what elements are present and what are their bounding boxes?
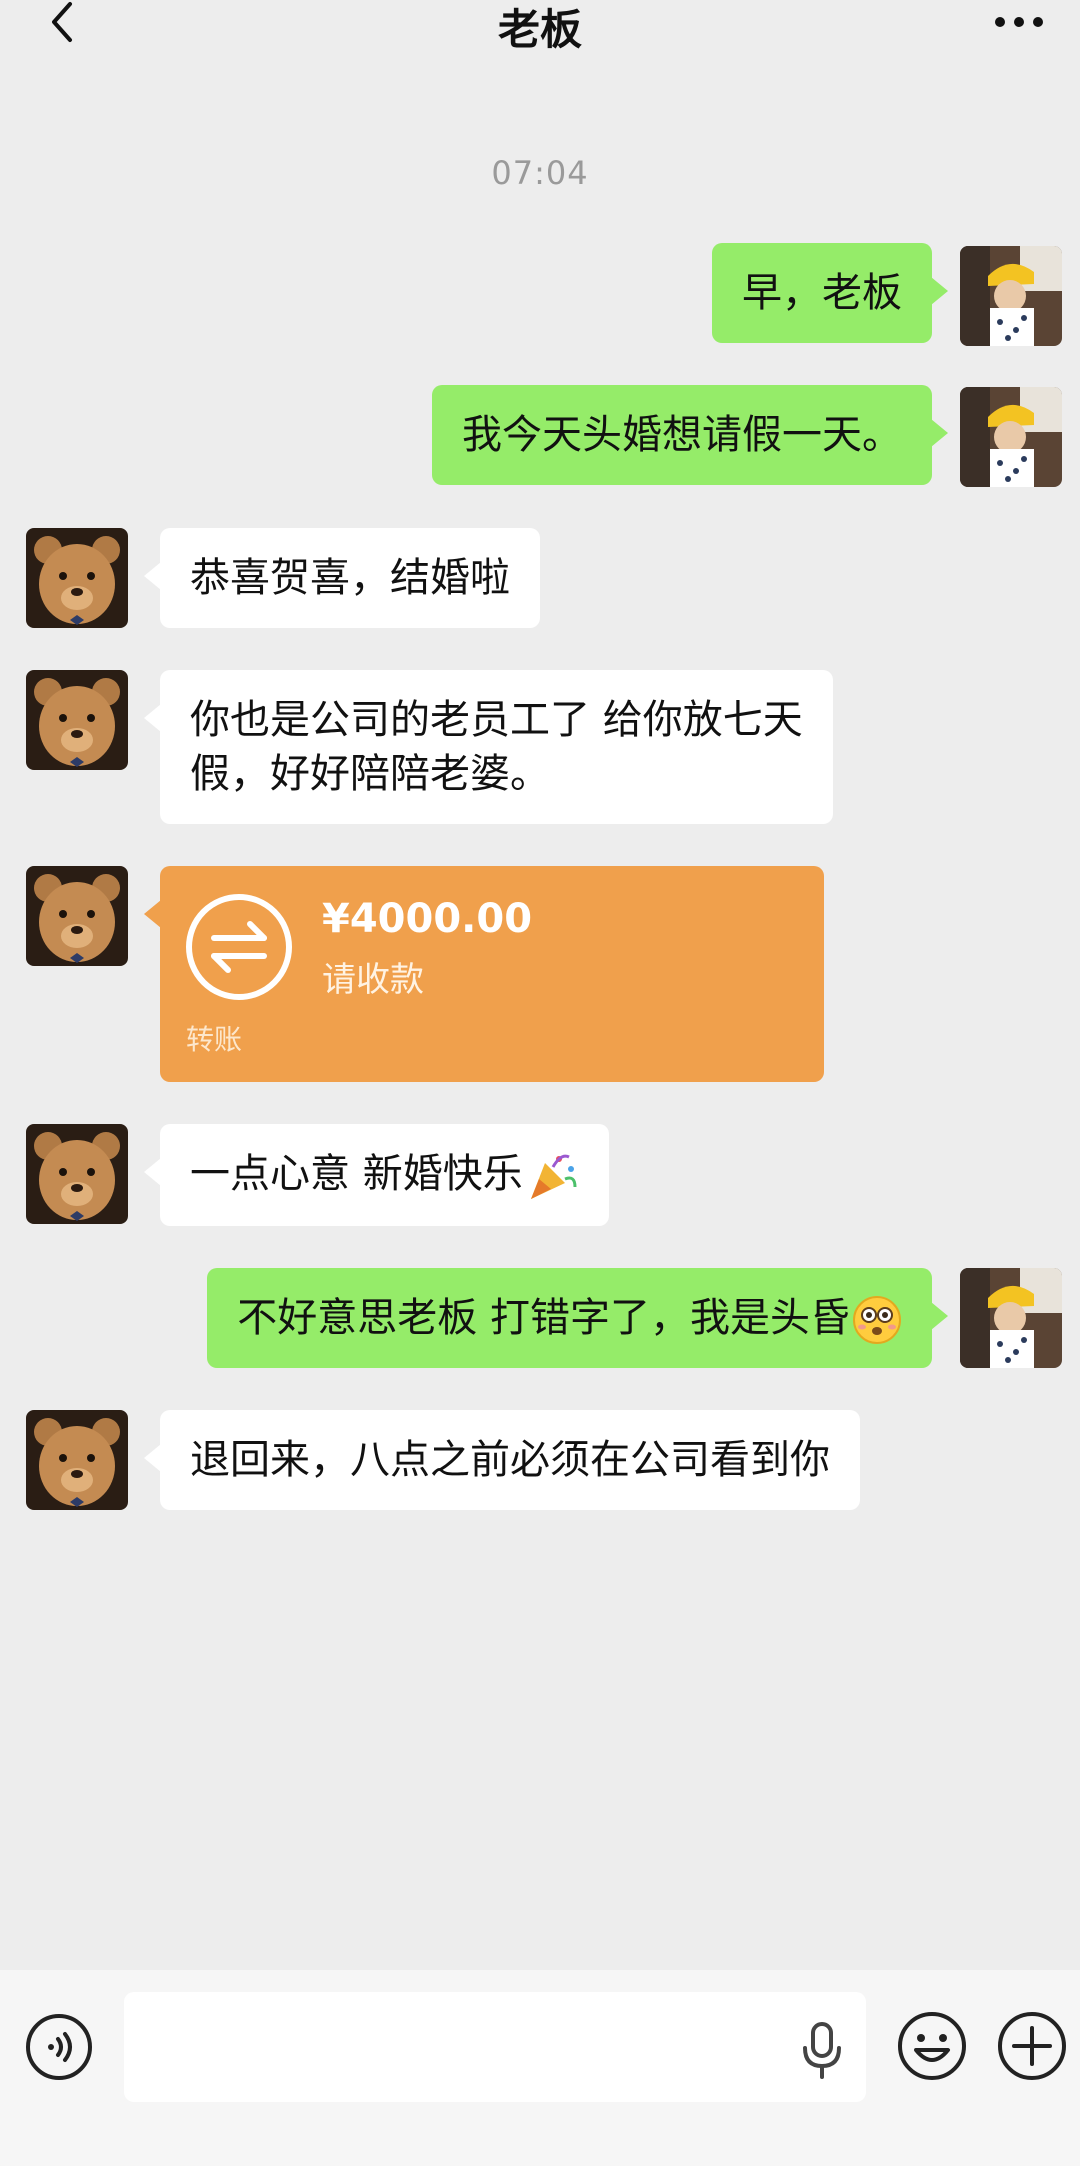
transfer-arrows-icon — [186, 894, 292, 1000]
boss-avatar[interactable] — [26, 1410, 128, 1510]
plus-icon — [998, 2012, 1066, 2080]
message-text: 一点心意 新婚快乐 — [190, 1151, 523, 1197]
boss-avatar[interactable] — [26, 1124, 128, 1224]
message-text: 退回来，八点之前必须在公司看到你 — [190, 1437, 830, 1483]
message-bubble[interactable]: 一点心意 新婚快乐 — [144, 1124, 609, 1226]
message-bubble[interactable]: 我今天头婚想请假一天。 — [432, 385, 948, 485]
transfer-status: 请收款 — [322, 960, 424, 1000]
my-avatar[interactable] — [960, 387, 1062, 487]
chat-title: 老板 — [497, 5, 582, 54]
message-text-line: 你也是公司的老员工了 给你放七天 — [190, 697, 803, 743]
message-text: 不好意思老板 打错字了，我是头昏 — [237, 1295, 850, 1341]
emoji-button[interactable] — [896, 2010, 968, 2082]
message-bubble[interactable]: 退回来，八点之前必须在公司看到你 — [144, 1410, 860, 1510]
transfer-label: 转账 — [186, 1023, 243, 1056]
message-text: 早，老板 — [742, 270, 902, 316]
more-dots-icon — [995, 17, 1043, 27]
boss-avatar[interactable] — [26, 670, 128, 770]
mic-button[interactable] — [800, 2022, 844, 2080]
mic-icon — [803, 2022, 841, 2079]
message-input[interactable] — [124, 1992, 866, 2102]
message-text-line: 假，好好陪陪老婆。 — [190, 751, 550, 797]
voice-icon — [26, 2014, 92, 2080]
smiley-icon — [898, 2012, 966, 2080]
chat-screen: 老板 07:04 早，老板 我今天头婚想请假一天。 恭喜贺喜，结婚啦 你也是公司… — [0, 0, 1080, 2166]
transfer-amount: ¥4000.00 — [322, 896, 533, 942]
boss-avatar[interactable] — [26, 528, 128, 628]
message-bubble[interactable]: 恭喜贺喜，结婚啦 — [144, 528, 540, 628]
boss-avatar[interactable] — [26, 866, 128, 966]
party-popper-icon — [530, 1154, 577, 1199]
chat-header: 老板 — [0, 0, 1080, 56]
more-options-button[interactable] — [996, 2010, 1068, 2082]
message-bubble[interactable]: 不好意思老板 打错字了，我是头昏 — [207, 1268, 948, 1368]
message-bubble[interactable]: 早，老板 — [712, 243, 948, 343]
message-timestamp: 07:04 — [491, 154, 589, 192]
flushed-face-icon — [853, 1296, 901, 1344]
input-bar — [0, 1970, 1080, 2166]
message-bubble[interactable]: 你也是公司的老员工了 给你放七天 假，好好陪陪老婆。 — [144, 670, 833, 824]
message-text: 我今天头婚想请假一天。 — [462, 412, 902, 458]
message-text: 恭喜贺喜，结婚啦 — [190, 555, 510, 601]
voice-button[interactable] — [24, 2012, 94, 2082]
my-avatar[interactable] — [960, 1268, 1062, 1368]
my-avatar[interactable] — [960, 246, 1062, 346]
transfer-card[interactable]: ¥4000.00 请收款 转账 — [144, 866, 824, 1082]
more-button[interactable] — [990, 8, 1050, 38]
